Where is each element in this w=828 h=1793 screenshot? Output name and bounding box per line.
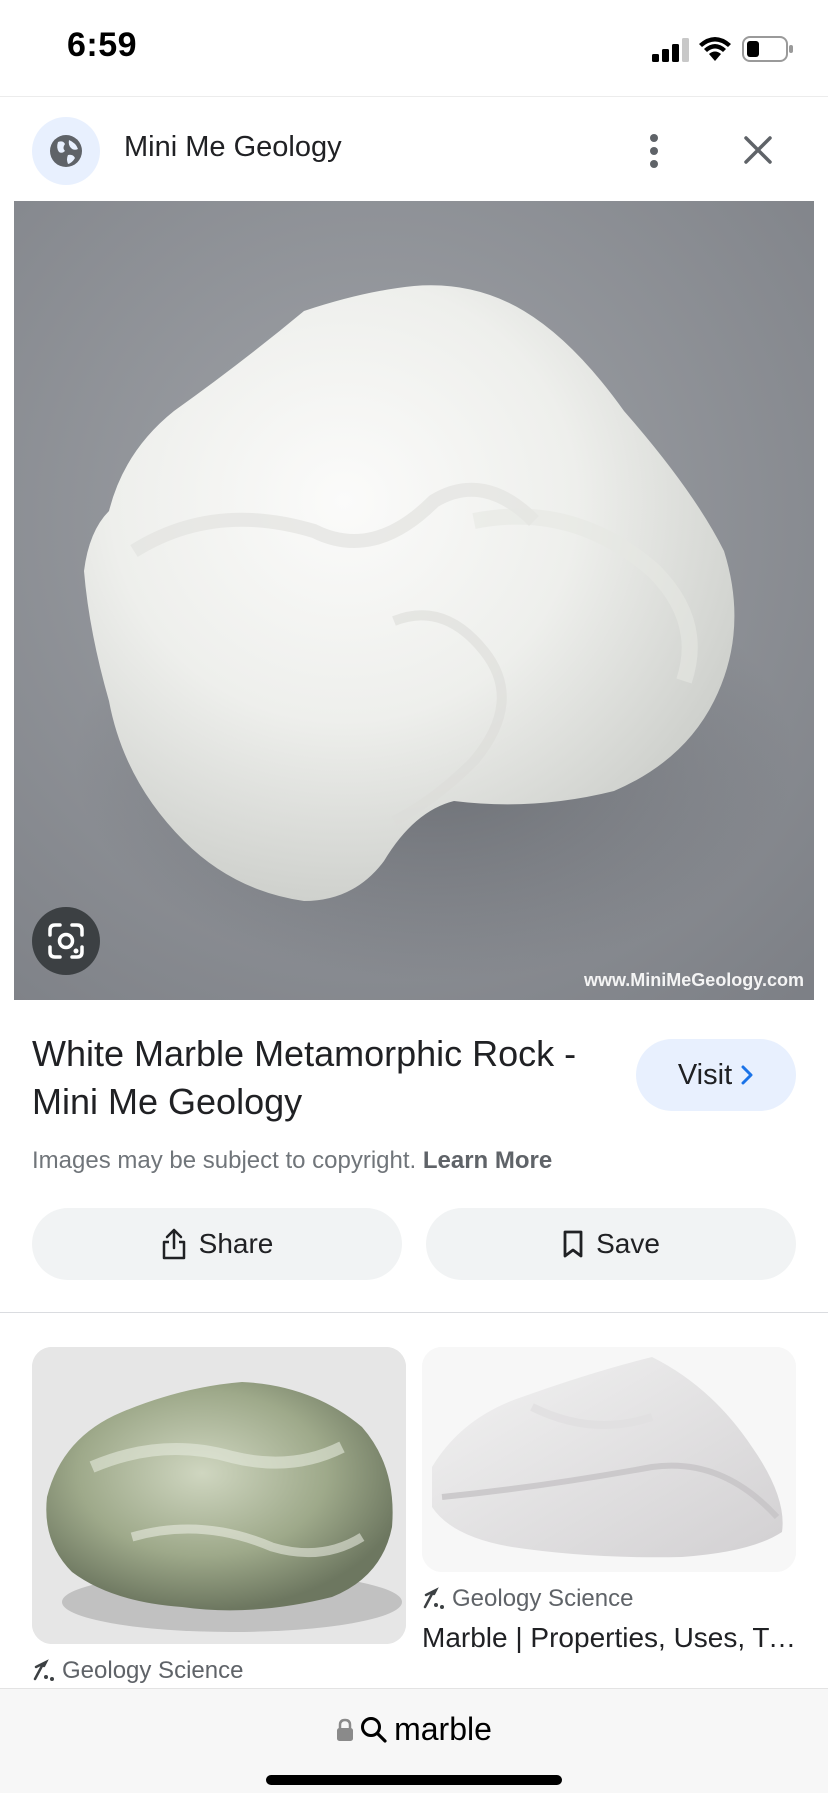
result-title[interactable]: White Marble Metamorphic Rock - Mini Me … [32,1030,602,1126]
related-image-2[interactable] [422,1347,796,1572]
google-lens-button[interactable] [32,907,100,975]
white-marble-slab-photo [422,1347,796,1572]
home-indicator[interactable] [266,1775,562,1785]
cellular-signal-icon [652,38,689,62]
related-source-1[interactable]: Geology Science [32,1657,243,1685]
related-source-label: Geology Science [452,1585,634,1612]
section-divider [0,1312,828,1313]
google-lens-icon [48,923,84,959]
copyright-notice: Images may be subject to copyright. Lear… [32,1147,552,1175]
site-title[interactable]: Mini Me Geology [124,131,342,164]
source-logo-icon [423,1587,444,1609]
share-label: Share [198,1228,274,1259]
source-logo-icon [33,1659,54,1681]
address-field[interactable]: marble [0,1711,828,1748]
close-icon [744,136,772,164]
chevron-right-icon [741,1065,753,1085]
white-marble-rock-photo: www.MiniMeGeology.com [14,201,814,1000]
globe-icon [50,135,82,167]
copyright-text: Images may be subject to copyright. [32,1147,417,1174]
search-query: marble [394,1711,492,1747]
wifi-icon [699,37,731,61]
visit-label: Visit [677,1058,733,1091]
site-favicon [32,117,100,185]
related-image-1[interactable] [32,1347,406,1644]
more-vert-icon [650,134,658,168]
main-image[interactable]: www.MiniMeGeology.com [14,201,814,1000]
browser-address-bar: marble [0,1688,828,1793]
green-marble-photo [32,1347,406,1644]
related-source-2[interactable]: Geology Science [422,1585,633,1613]
close-button[interactable] [738,125,778,175]
bookmark-icon [563,1230,583,1258]
status-bar: 6:59 [0,0,828,96]
lock-icon [337,1718,354,1741]
share-button[interactable]: Share [32,1208,402,1280]
watermark: www.MiniMeGeology.com [583,970,804,990]
share-icon [162,1228,185,1260]
related-title-2[interactable]: Marble | Properties, Uses, Types & Facts [422,1622,796,1654]
save-button[interactable]: Save [426,1208,796,1280]
viewer-header: Mini Me Geology [0,96,828,201]
save-label: Save [596,1228,660,1259]
visit-button[interactable]: Visit [636,1039,796,1111]
learn-more-link[interactable]: Learn More [423,1147,552,1174]
related-source-label: Geology Science [62,1657,244,1684]
clock: 6:59 [67,26,138,64]
search-icon [361,1716,387,1743]
battery-icon [742,36,793,62]
more-options-button[interactable] [636,117,672,185]
